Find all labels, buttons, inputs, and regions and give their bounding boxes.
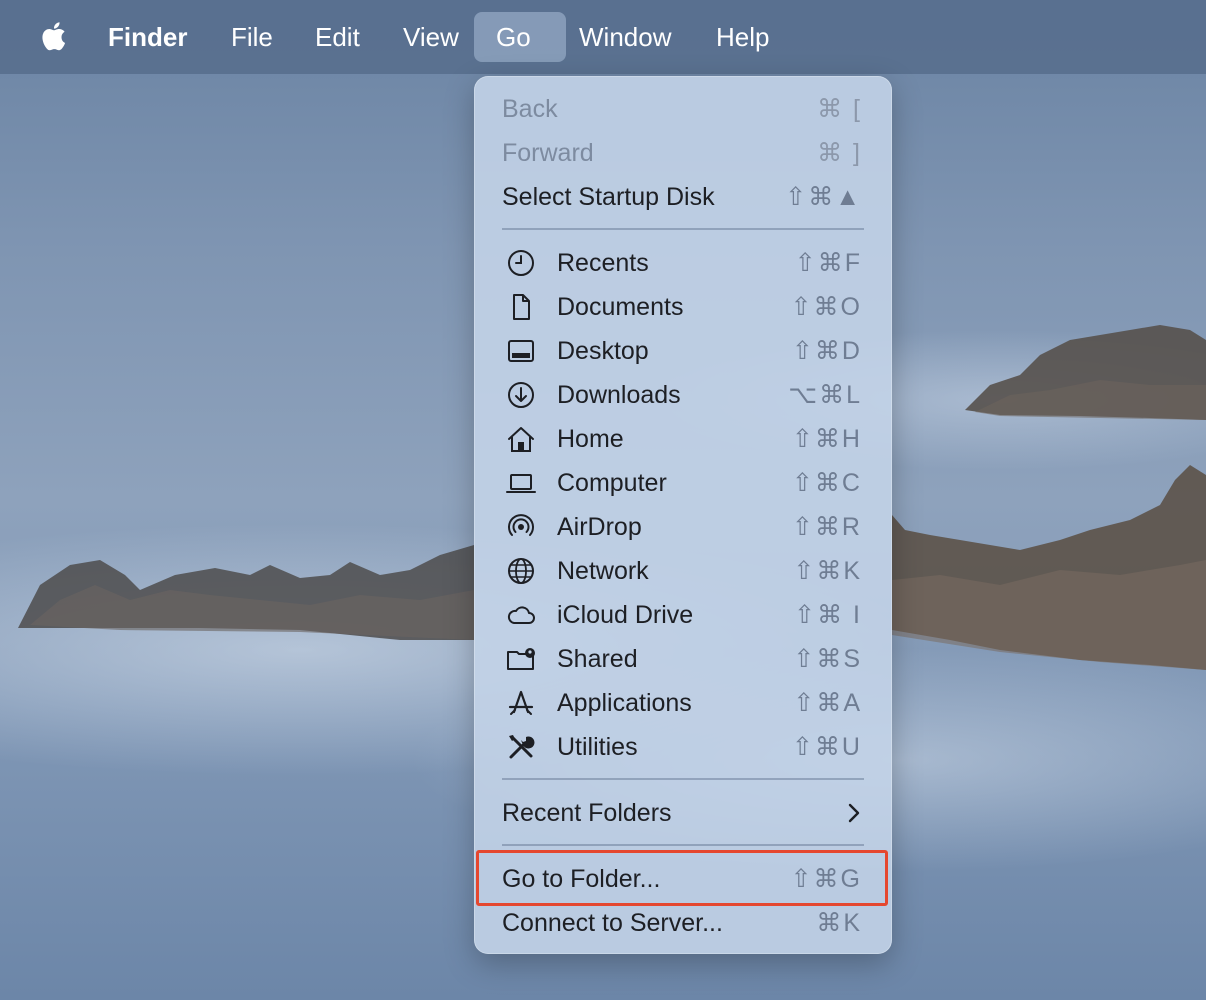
- menu-separator: [502, 228, 864, 230]
- menu-item-recents[interactable]: Recents ⇧⌘F: [474, 241, 892, 285]
- shortcut-label: ⇧⌘▲: [785, 183, 862, 211]
- menu-item-utilities[interactable]: Utilities ⇧⌘U: [474, 725, 892, 769]
- menu-item-label: Applications: [557, 689, 692, 717]
- shortcut-label: ⌘ [: [817, 95, 862, 123]
- menu-item-label: Recents: [557, 249, 649, 277]
- menu-item-label: Computer: [557, 469, 667, 497]
- menu-item-label: Select Startup Disk: [502, 183, 715, 211]
- airdrop-icon: [508, 514, 534, 536]
- shortcut-label: ⇧⌘O: [790, 293, 862, 321]
- clock-icon: [508, 250, 534, 276]
- menu-item-label: Forward: [502, 139, 594, 167]
- menu-item-desktop[interactable]: Desktop ⇧⌘D: [474, 329, 892, 373]
- shortcut-label: ⇧⌘A: [793, 689, 862, 717]
- menu-separator: [502, 778, 864, 780]
- shortcut-label: ⇧⌘R: [791, 513, 862, 541]
- document-icon: [513, 294, 530, 320]
- menu-item-select-startup-disk[interactable]: Select Startup Disk ⇧⌘▲: [474, 175, 892, 219]
- menu-item-home[interactable]: Home ⇧⌘H: [474, 417, 892, 461]
- home-icon: [508, 427, 534, 452]
- chevron-right-icon: [848, 803, 860, 823]
- menu-item-label: Shared: [557, 645, 638, 673]
- menu-bar: Finder File Edit View Go Window Help: [0, 0, 1206, 74]
- shortcut-label: ⇧⌘F: [794, 249, 862, 277]
- desktop-icon: [508, 340, 534, 362]
- menu-item-back: Back ⌘ [: [474, 87, 892, 131]
- highlight-annotation-box: [476, 850, 888, 906]
- menu-item-computer[interactable]: Computer ⇧⌘C: [474, 461, 892, 505]
- menu-separator: [502, 844, 864, 846]
- shortcut-label: ⌘K: [816, 909, 862, 937]
- apple-logo-icon[interactable]: [38, 18, 72, 54]
- menu-item-network[interactable]: Network ⇧⌘K: [474, 549, 892, 593]
- globe-icon: [508, 558, 534, 584]
- download-icon: [508, 382, 534, 408]
- menu-item-label: Home: [557, 425, 624, 453]
- menu-edit[interactable]: Edit: [293, 12, 382, 62]
- menu-item-forward: Forward ⌘ ]: [474, 131, 892, 175]
- menu-item-label: AirDrop: [557, 513, 642, 541]
- menu-view[interactable]: View: [381, 12, 481, 62]
- menu-file[interactable]: File: [209, 12, 295, 62]
- menu-item-recent-folders[interactable]: Recent Folders: [474, 791, 892, 835]
- menu-window[interactable]: Window: [557, 12, 693, 62]
- cloud-icon: [507, 606, 535, 624]
- shared-folder-icon: [507, 648, 535, 670]
- menu-item-downloads[interactable]: Downloads ⌥⌘L: [474, 373, 892, 417]
- menu-item-label: Desktop: [557, 337, 649, 365]
- applications-icon: [508, 690, 534, 715]
- menu-item-connect-to-server[interactable]: Connect to Server... ⌘K: [474, 901, 892, 945]
- laptop-icon: [506, 474, 536, 493]
- shortcut-label: ⌥⌘L: [788, 381, 862, 409]
- menu-help[interactable]: Help: [694, 12, 791, 62]
- menu-item-documents[interactable]: Documents ⇧⌘O: [474, 285, 892, 329]
- shortcut-label: ⇧⌘H: [791, 425, 862, 453]
- menu-item-label: Connect to Server...: [502, 909, 723, 937]
- menu-item-airdrop[interactable]: AirDrop ⇧⌘R: [474, 505, 892, 549]
- menu-item-shared[interactable]: Shared ⇧⌘S: [474, 637, 892, 681]
- shortcut-label: ⇧⌘U: [791, 733, 862, 761]
- menu-item-label: Recent Folders: [502, 799, 672, 827]
- shortcut-label: ⇧⌘K: [793, 557, 862, 585]
- shortcut-label: ⇧⌘C: [791, 469, 862, 497]
- menu-item-label: Network: [557, 557, 649, 585]
- menu-item-applications[interactable]: Applications ⇧⌘A: [474, 681, 892, 725]
- menu-item-label: Downloads: [557, 381, 681, 409]
- shortcut-label: ⇧⌘D: [791, 337, 862, 365]
- utilities-icon: [509, 735, 535, 759]
- shortcut-label: ⌘ ]: [817, 139, 862, 167]
- shortcut-label: ⇧⌘S: [793, 645, 862, 673]
- menu-item-label: Back: [502, 95, 558, 123]
- go-menu-dropdown: Back ⌘ [ Forward ⌘ ] Select Startup Disk…: [474, 76, 892, 954]
- menu-item-label: Documents: [557, 293, 684, 321]
- menu-item-icloud-drive[interactable]: iCloud Drive ⇧⌘ I: [474, 593, 892, 637]
- menu-go[interactable]: Go: [474, 12, 566, 62]
- shortcut-label: ⇧⌘ I: [794, 601, 862, 629]
- menu-item-label: Utilities: [557, 733, 638, 761]
- menu-item-label: iCloud Drive: [557, 601, 694, 629]
- menu-finder[interactable]: Finder: [86, 12, 209, 62]
